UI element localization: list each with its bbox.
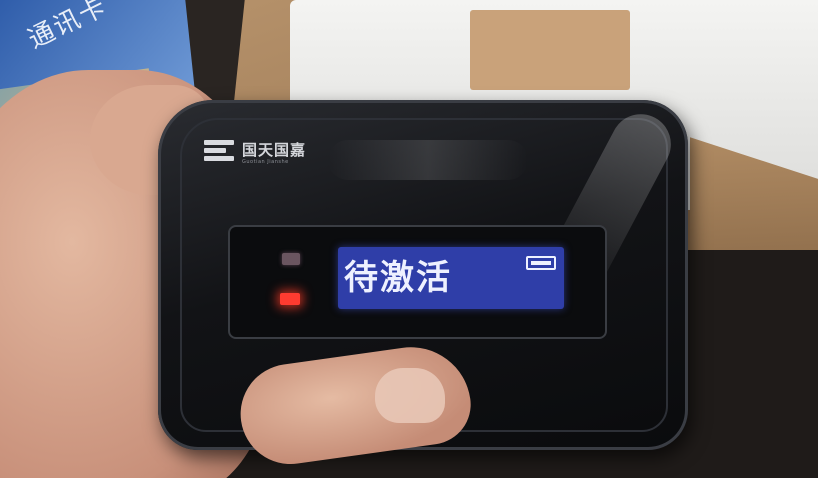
plastic-glare bbox=[328, 140, 528, 180]
brand-logo-icon bbox=[204, 140, 236, 162]
battery-icon bbox=[526, 256, 556, 270]
brand-subtitle: Guotian Jianshe bbox=[242, 159, 289, 165]
lcd-status-text: 待激活 bbox=[344, 258, 452, 298]
thumbnail-nail bbox=[375, 368, 445, 423]
indicator-led-dim bbox=[282, 253, 300, 265]
card-text: 通讯卡 bbox=[23, 0, 113, 55]
indicator-led-red bbox=[280, 293, 300, 305]
display-window: 待激活 bbox=[228, 225, 607, 339]
box-slot bbox=[470, 10, 630, 90]
photo-scene: 通讯卡 国天国嘉 Guotian Jianshe 待激活 bbox=[0, 0, 818, 478]
brand-name: 国天国嘉 bbox=[242, 141, 307, 159]
lcd-screen: 待激活 bbox=[338, 247, 564, 309]
